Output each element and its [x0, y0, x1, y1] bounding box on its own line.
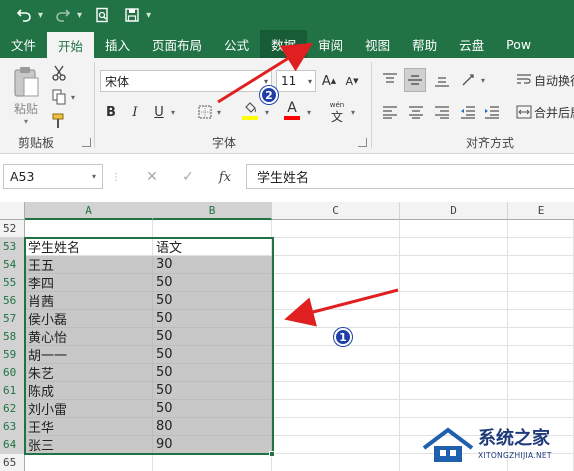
step-badge-1: 1 [334, 328, 352, 346]
watermark-logo: 系统之家 XITONGZHIJIA.NET [420, 420, 574, 471]
step-badge-2: 2 [260, 86, 278, 104]
watermark-title: 系统之家 [478, 428, 550, 449]
excel-window: ▾ ▾ ▾ 文件 开始 插入 页面布局 公式 数据 审阅 视图 帮助 云盘 Po… [0, 0, 574, 471]
annotation-arrows [217, 42, 399, 327]
arrow-to-selection [284, 288, 399, 327]
watermark-url: XITONGZHIJIA.NET [478, 451, 552, 460]
house-logo-icon [422, 427, 474, 462]
